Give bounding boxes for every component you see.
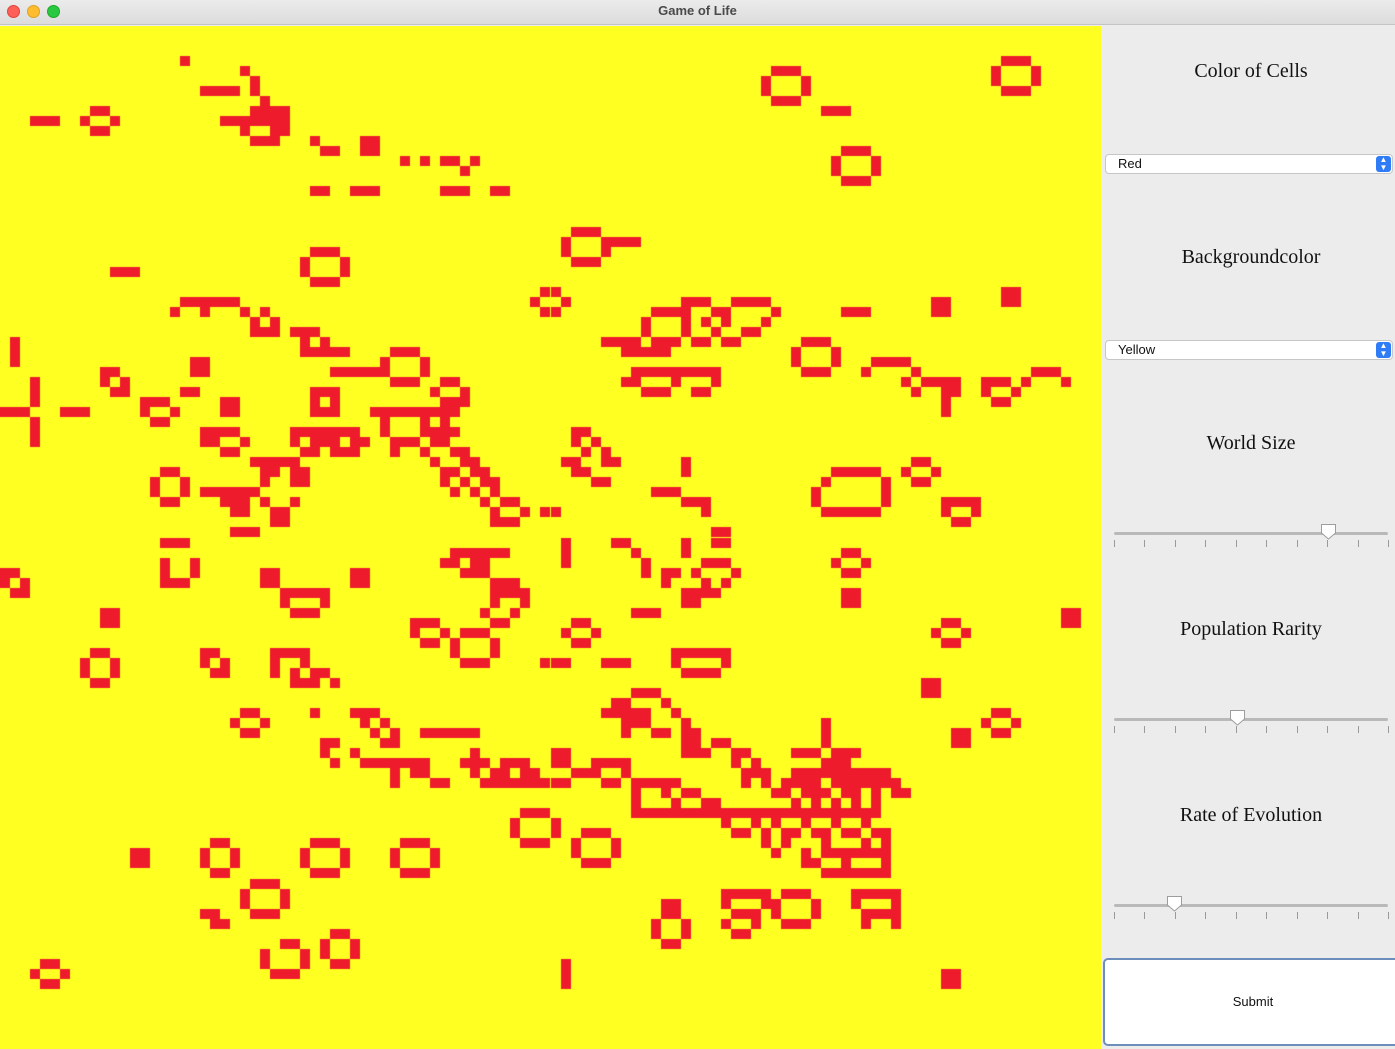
slider-tick bbox=[1235, 912, 1237, 919]
slider-tick bbox=[1327, 540, 1329, 547]
world-size-slider[interactable] bbox=[1114, 524, 1389, 557]
slider-tick bbox=[1144, 540, 1146, 547]
slider-tick bbox=[1114, 540, 1115, 547]
slider-tick bbox=[1327, 726, 1329, 733]
background-color-label: Backgroundcolor bbox=[1181, 246, 1321, 268]
window-title: Game of Life bbox=[658, 3, 737, 18]
title-bar: Game of Life bbox=[0, 0, 1395, 25]
chevron-updown-icon: ▲ ▼ bbox=[1376, 156, 1391, 172]
slider-ticks bbox=[1114, 540, 1389, 549]
slider-tick bbox=[1174, 540, 1176, 547]
slider-tick bbox=[1357, 540, 1359, 547]
cell-color-label: Color of Cells bbox=[1194, 60, 1308, 82]
slider-tick bbox=[1205, 540, 1207, 547]
slider-tick bbox=[1296, 540, 1298, 547]
slider-tick bbox=[1174, 726, 1176, 733]
slider-tick bbox=[1205, 726, 1207, 733]
slider-track bbox=[1114, 718, 1388, 721]
slider-tick bbox=[1114, 912, 1115, 919]
slider-track bbox=[1114, 904, 1388, 907]
cell-color-value: Red bbox=[1118, 156, 1142, 171]
settings-panel: Color of Cells Red ▲ ▼ Backgroundcolor Ye… bbox=[1101, 26, 1395, 1049]
rate-of-evolution-slider[interactable] bbox=[1114, 896, 1389, 929]
slider-tick bbox=[1357, 912, 1359, 919]
slider-tick bbox=[1144, 912, 1146, 919]
slider-tick bbox=[1266, 726, 1268, 733]
slider-tick bbox=[1296, 726, 1298, 733]
background-color-value: Yellow bbox=[1118, 342, 1156, 357]
slider-tick bbox=[1388, 912, 1389, 919]
slider-tick bbox=[1235, 726, 1237, 733]
slider-tick bbox=[1266, 912, 1268, 919]
submit-button[interactable]: Submit bbox=[1103, 958, 1395, 1046]
slider-thumb[interactable] bbox=[1320, 523, 1337, 540]
background-color-select[interactable]: Yellow ▲ ▼ bbox=[1105, 340, 1393, 360]
slider-tick bbox=[1235, 540, 1237, 547]
rate-of-evolution-label: Rate of Evolution bbox=[1179, 804, 1323, 826]
slider-tick bbox=[1388, 726, 1389, 733]
slider-tick bbox=[1174, 912, 1176, 919]
slider-track bbox=[1114, 532, 1388, 535]
population-rarity-label: Population Rarity bbox=[1180, 618, 1322, 640]
slider-tick bbox=[1357, 726, 1359, 733]
slider-tick bbox=[1296, 912, 1298, 919]
slider-tick bbox=[1205, 912, 1207, 919]
world-size-label: World Size bbox=[1206, 432, 1296, 454]
slider-thumb[interactable] bbox=[1229, 709, 1246, 726]
slider-tick bbox=[1114, 726, 1115, 733]
slider-thumb[interactable] bbox=[1166, 895, 1183, 912]
life-board[interactable] bbox=[0, 26, 1101, 1049]
slider-ticks bbox=[1114, 726, 1389, 735]
slider-tick bbox=[1266, 540, 1268, 547]
population-rarity-slider[interactable] bbox=[1114, 710, 1389, 743]
slider-ticks bbox=[1114, 912, 1389, 921]
slider-tick bbox=[1144, 726, 1146, 733]
slider-tick bbox=[1388, 540, 1389, 547]
slider-tick bbox=[1327, 912, 1329, 919]
cell-color-select[interactable]: Red ▲ ▼ bbox=[1105, 154, 1393, 174]
chevron-updown-icon: ▲ ▼ bbox=[1376, 342, 1391, 358]
